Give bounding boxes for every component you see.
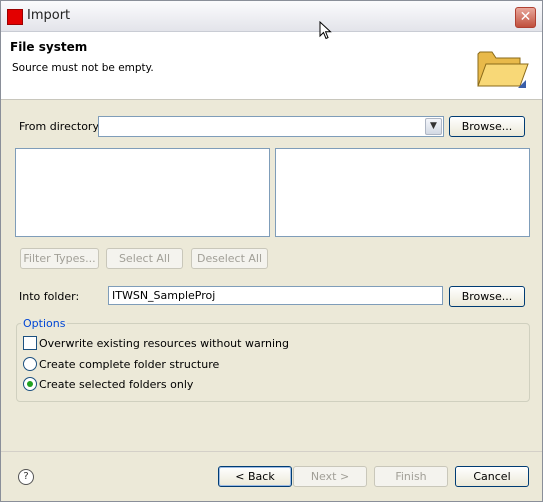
from-directory-combo[interactable]: ▼ [98, 116, 444, 137]
overwrite-label[interactable]: Overwrite existing resources without war… [39, 337, 289, 350]
mouse-cursor-icon [319, 21, 332, 40]
cancel-button[interactable]: Cancel [455, 466, 529, 487]
wizard-banner: File system Source must not be empty. [1, 32, 542, 100]
select-all-button[interactable]: Select All [106, 248, 183, 269]
back-button[interactable]: < Back [218, 466, 292, 487]
complete-structure-label[interactable]: Create complete folder structure [39, 358, 219, 371]
folder-icon [477, 51, 529, 88]
browse-folder-button[interactable]: Browse... [449, 286, 525, 307]
overwrite-checkbox[interactable] [23, 336, 37, 350]
selected-only-label[interactable]: Create selected folders only [39, 378, 193, 391]
browse-directory-button[interactable]: Browse... [449, 116, 525, 137]
file-list[interactable] [275, 148, 530, 237]
filter-types-button[interactable]: Filter Types... [20, 248, 99, 269]
deselect-all-button[interactable]: Deselect All [191, 248, 268, 269]
error-message: Source must not be empty. [12, 62, 154, 74]
import-dialog: Import ✕ File system Source must not be … [0, 0, 543, 502]
chevron-down-icon[interactable]: ▼ [425, 118, 442, 135]
finish-button[interactable]: Finish [374, 466, 448, 487]
title-bar[interactable]: Import ✕ [1, 1, 542, 32]
from-directory-label: From directory: [19, 120, 102, 133]
app-icon [7, 9, 23, 25]
window-title: Import [27, 8, 71, 23]
help-icon[interactable]: ? [18, 469, 34, 485]
next-button[interactable]: Next > [293, 466, 367, 487]
into-folder-input[interactable]: ITWSN_SampleProj [108, 286, 443, 305]
folder-tree[interactable] [15, 148, 270, 237]
options-group-label: Options [21, 317, 68, 330]
complete-structure-radio[interactable] [23, 357, 37, 371]
close-icon: ✕ [519, 9, 532, 25]
footer-separator [1, 451, 542, 452]
close-button[interactable]: ✕ [515, 7, 536, 28]
into-folder-label: Into folder: [19, 290, 80, 303]
page-title: File system [10, 40, 88, 54]
radio-selected-dot [27, 381, 33, 387]
selected-only-radio[interactable] [23, 377, 37, 391]
